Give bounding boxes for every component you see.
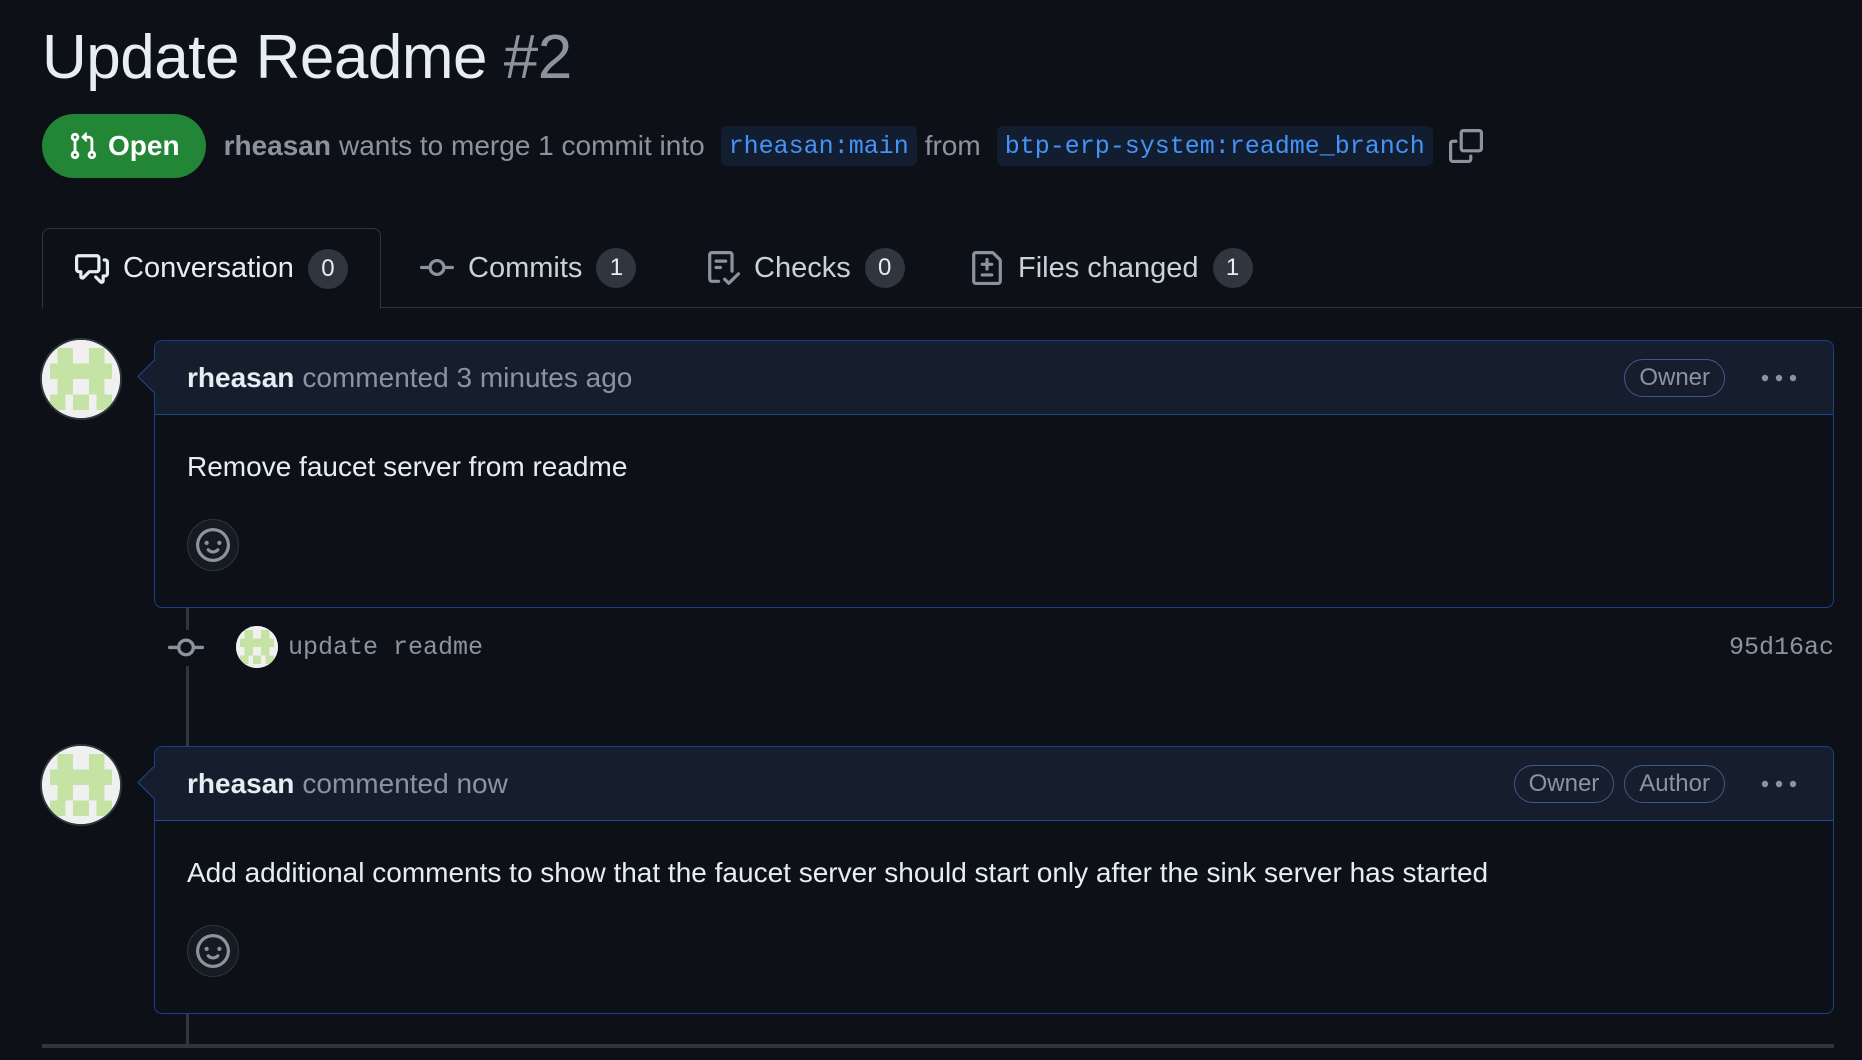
pr-tabs: Conversation 0 Commits 1 Checks 0 Files … bbox=[42, 228, 1862, 309]
tab-files-changed[interactable]: Files changed 1 bbox=[938, 228, 1285, 308]
copy-icon[interactable] bbox=[1448, 129, 1483, 163]
commit-sha-link[interactable]: 95d16ac bbox=[1729, 633, 1834, 662]
comment-author-link[interactable]: rheasan bbox=[187, 362, 294, 394]
tab-counter: 1 bbox=[1212, 248, 1253, 288]
comment-header: rheasan commented now Owner Author bbox=[155, 747, 1833, 821]
comment-body: Add additional comments to show that the… bbox=[155, 821, 1833, 977]
timeline-line bbox=[186, 1012, 189, 1046]
comment-author-link[interactable]: rheasan bbox=[187, 768, 294, 800]
tab-counter: 0 bbox=[864, 248, 905, 288]
pr-author-link[interactable]: rheasan bbox=[224, 130, 331, 162]
identicon-avatar bbox=[42, 340, 120, 418]
pr-state-badge: Open bbox=[42, 114, 206, 178]
git-pull-request-icon bbox=[70, 132, 97, 160]
tab-commits[interactable]: Commits 1 bbox=[388, 228, 668, 308]
comment-card: rheasan commented now Owner Author Add a… bbox=[154, 746, 1834, 1014]
from-text: from bbox=[924, 130, 981, 161]
git-commit-icon bbox=[420, 258, 454, 276]
commit-row: update readme 95d16ac bbox=[154, 620, 1834, 676]
tab-counter: 0 bbox=[307, 248, 348, 289]
file-diff-icon bbox=[972, 251, 1002, 285]
smiley-icon bbox=[196, 934, 230, 968]
comment-discussion-icon bbox=[75, 253, 109, 284]
commit-message-link[interactable]: update readme bbox=[288, 633, 483, 662]
identicon-avatar bbox=[42, 746, 120, 824]
pr-title: Update Readme #2 bbox=[42, 22, 572, 93]
kebab-menu-icon[interactable] bbox=[1757, 363, 1801, 393]
add-reaction-button[interactable] bbox=[187, 519, 239, 571]
owner-badge: Owner bbox=[1513, 764, 1615, 803]
comment-text: Add additional comments to show that the… bbox=[187, 857, 1489, 888]
checklist-icon bbox=[708, 251, 740, 285]
comment-timestamp[interactable]: commented now bbox=[302, 768, 507, 800]
add-reaction-button[interactable] bbox=[187, 925, 239, 977]
tab-conversation[interactable]: Conversation 0 bbox=[42, 228, 381, 309]
pr-meta: Open rheasan wants to merge 1 commit int… bbox=[42, 114, 1483, 178]
avatar[interactable] bbox=[40, 338, 122, 420]
kebab-menu-icon[interactable] bbox=[1757, 769, 1801, 799]
comment-body: Remove faucet server from readme bbox=[155, 415, 1833, 571]
smiley-icon bbox=[196, 528, 230, 562]
pr-number: #2 bbox=[503, 23, 572, 92]
comment-timestamp[interactable]: commented 3 minutes ago bbox=[302, 362, 632, 394]
pr-state-label: Open bbox=[108, 130, 180, 161]
commit-author-avatar[interactable] bbox=[236, 626, 278, 668]
base-branch-link[interactable]: rheasan:main bbox=[720, 126, 917, 166]
comment-header: rheasan commented 3 minutes ago Owner bbox=[155, 341, 1833, 415]
tab-label: Conversation bbox=[123, 252, 294, 284]
tab-checks[interactable]: Checks 0 bbox=[674, 228, 937, 308]
comment-text: Remove faucet server from readme bbox=[187, 451, 628, 482]
pr-title-text: Update Readme bbox=[42, 23, 488, 92]
git-commit-icon bbox=[168, 630, 204, 666]
tab-label: Checks bbox=[754, 251, 851, 284]
tab-label: Files changed bbox=[1018, 251, 1199, 284]
head-branch-link[interactable]: btp-erp-system:readme_branch bbox=[996, 126, 1433, 166]
merge-text: wants to merge 1 commit into bbox=[338, 130, 705, 161]
avatar[interactable] bbox=[40, 744, 122, 826]
comment-card: rheasan commented 3 minutes ago Owner Re… bbox=[154, 340, 1834, 608]
timeline-divider bbox=[42, 1044, 1834, 1048]
tab-label: Commits bbox=[468, 251, 583, 284]
tab-counter: 1 bbox=[596, 248, 637, 288]
author-badge: Author bbox=[1624, 764, 1725, 803]
owner-badge: Owner bbox=[1624, 358, 1725, 397]
